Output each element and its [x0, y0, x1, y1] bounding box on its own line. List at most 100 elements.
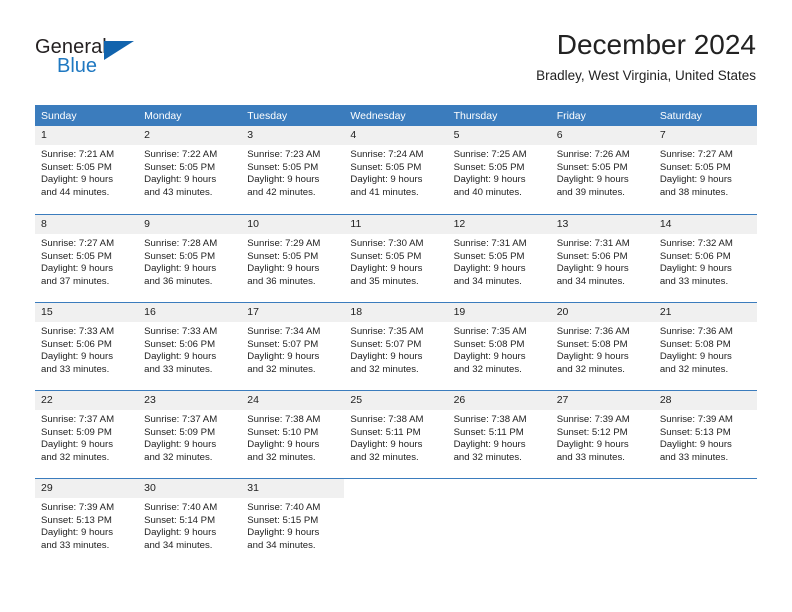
day-cell[interactable]: 3 Sunrise: 7:23 AM Sunset: 5:05 PM Daylight… [241, 126, 345, 214]
day-cell[interactable]: 24 Sunrise: 7:38 AM Sunset: 5:10 PM Dayligh… [241, 390, 345, 478]
daylight-text-line1: Daylight: 9 hours [247, 351, 320, 363]
day-cell[interactable]: 25 Sunrise: 7:38 AM Sunset: 5:11 PM Dayligh… [344, 390, 448, 478]
day-number [344, 479, 447, 498]
day-details: Sunrise: 7:23 AM Sunset: 5:05 PM Daylight:… [241, 145, 344, 199]
daylight-text-line2: and 36 minutes. [247, 275, 316, 287]
day-cell[interactable]: 8 Sunrise: 7:27 AM Sunset: 5:05 PM Daylight… [35, 214, 139, 302]
day-cell[interactable]: 31 Sunrise: 7:40 AM Sunset: 5:15 PM Dayligh… [241, 478, 345, 566]
sunrise-sunset-calendar: Sunday Monday Tuesday Wednesday Thursday… [35, 105, 757, 566]
day-cell[interactable]: 14 Sunrise: 7:32 AM Sunset: 5:06 PM Dayligh… [653, 214, 757, 302]
day-details: Sunrise: 7:25 AM Sunset: 5:05 PM Daylight:… [448, 145, 551, 199]
daylight-text-line2: and 32 minutes. [350, 451, 419, 463]
sunset-text: Sunset: 5:05 PM [41, 250, 112, 262]
day-details: Sunrise: 7:36 AM Sunset: 5:08 PM Daylight:… [551, 322, 654, 376]
daylight-text-line2: and 33 minutes. [659, 275, 729, 287]
sunrise-text: Sunrise: 7:32 AM [659, 238, 733, 249]
day-cell[interactable]: 27 Sunrise: 7:39 AM Sunset: 5:12 PM Dayligh… [550, 390, 654, 478]
day-details: Sunrise: 7:40 AM Sunset: 5:15 PM Daylight:… [241, 498, 344, 552]
sunset-text: Sunset: 5:09 PM [144, 426, 216, 438]
day-cell[interactable]: 15 Sunrise: 7:33 AM Sunset: 5:06 PM Dayligh… [35, 302, 139, 390]
sunrise-text: Sunrise: 7:29 AM [247, 238, 321, 249]
daylight-text-line2: and 33 minutes. [556, 451, 625, 463]
daylight-text-line1: Daylight: 9 hours [556, 174, 629, 186]
day-details: Sunrise: 7:38 AM Sunset: 5:11 PM Daylight:… [344, 410, 447, 464]
daylight-text-line1: Daylight: 9 hours [144, 351, 217, 363]
daylight-text-line1: Daylight: 9 hours [41, 351, 113, 363]
sunset-text: Sunset: 5:11 PM [350, 426, 421, 438]
day-cell[interactable]: 28 Sunrise: 7:39 AM Sunset: 5:13 PM Dayligh… [653, 390, 757, 478]
sunrise-text: Sunrise: 7:24 AM [350, 149, 424, 160]
sunset-text: Sunset: 5:05 PM [453, 250, 525, 262]
daylight-text-line2: and 38 minutes. [659, 186, 729, 198]
day-cell[interactable]: 30 Sunrise: 7:40 AM Sunset: 5:14 PM Dayligh… [138, 478, 242, 566]
day-details: Sunrise: 7:32 AM Sunset: 5:06 PM Daylight:… [654, 234, 757, 288]
daylight-text-line1: Daylight: 9 hours [350, 174, 423, 186]
day-number: 30 [138, 479, 242, 498]
daylight-text-line1: Daylight: 9 hours [41, 527, 113, 539]
week-row: 22 Sunrise: 7:37 AM Sunset: 5:09 PM Dayligh… [35, 390, 757, 478]
daylight-text-line1: Daylight: 9 hours [453, 439, 526, 451]
day-cell[interactable]: 2 Sunrise: 7:22 AM Sunset: 5:05 PM Daylight… [138, 126, 242, 214]
day-cell[interactable]: 9 Sunrise: 7:28 AM Sunset: 5:05 PM Daylight… [138, 214, 242, 302]
day-cell[interactable]: 20 Sunrise: 7:36 AM Sunset: 5:08 PM Dayligh… [550, 302, 654, 390]
daylight-text-line1: Daylight: 9 hours [350, 439, 423, 451]
daylight-text-line1: Daylight: 9 hours [350, 263, 423, 275]
day-details: Sunrise: 7:24 AM Sunset: 5:05 PM Daylight:… [344, 145, 447, 199]
day-number: 21 [653, 303, 757, 322]
sunset-text: Sunset: 5:06 PM [556, 250, 628, 262]
day-cell[interactable]: 6 Sunrise: 7:26 AM Sunset: 5:05 PM Daylight… [550, 126, 654, 214]
day-cell[interactable]: 22 Sunrise: 7:37 AM Sunset: 5:09 PM Dayligh… [35, 390, 139, 478]
daylight-text-line2: and 33 minutes. [659, 451, 729, 463]
day-cell[interactable]: 18 Sunrise: 7:35 AM Sunset: 5:07 PM Dayligh… [344, 302, 448, 390]
sunrise-text: Sunrise: 7:26 AM [556, 149, 630, 160]
day-cell[interactable]: 29 Sunrise: 7:39 AM Sunset: 5:13 PM Dayligh… [35, 478, 139, 566]
day-number: 1 [35, 126, 139, 145]
sunrise-text: Sunrise: 7:27 AM [41, 238, 115, 249]
day-cell[interactable]: 19 Sunrise: 7:35 AM Sunset: 5:08 PM Dayligh… [447, 302, 551, 390]
weekday-header-wednesday: Wednesday [344, 105, 448, 126]
sunset-text: Sunset: 5:05 PM [144, 250, 216, 262]
day-cell[interactable]: 10 Sunrise: 7:29 AM Sunset: 5:05 PM Dayligh… [241, 214, 345, 302]
sunrise-text: Sunrise: 7:25 AM [453, 149, 527, 160]
sunset-text: Sunset: 5:11 PM [453, 426, 524, 438]
day-details: Sunrise: 7:39 AM Sunset: 5:13 PM Daylight:… [35, 498, 138, 552]
generalblue-logo[interactable]: General Blue [35, 36, 175, 86]
day-cell[interactable]: 5 Sunrise: 7:25 AM Sunset: 5:05 PM Daylight… [447, 126, 551, 214]
daylight-text-line1: Daylight: 9 hours [41, 174, 113, 186]
sunset-text: Sunset: 5:05 PM [453, 161, 525, 173]
day-cell[interactable]: 26 Sunrise: 7:38 AM Sunset: 5:11 PM Dayligh… [447, 390, 551, 478]
week-row: 1 Sunrise: 7:21 AM Sunset: 5:05 PM Daylight… [35, 126, 757, 214]
day-number: 8 [35, 215, 139, 234]
day-number: 5 [447, 126, 551, 145]
day-cell[interactable]: 13 Sunrise: 7:31 AM Sunset: 5:06 PM Dayligh… [550, 214, 654, 302]
daylight-text-line2: and 32 minutes. [453, 363, 522, 375]
day-cell[interactable]: 1 Sunrise: 7:21 AM Sunset: 5:05 PM Daylight… [35, 126, 139, 214]
day-cell[interactable]: 7 Sunrise: 7:27 AM Sunset: 5:05 PM Daylight… [653, 126, 757, 214]
daylight-text-line1: Daylight: 9 hours [350, 351, 423, 363]
title-block: December 2024 Bradley, West Virginia, Un… [536, 28, 756, 84]
day-number: 27 [550, 391, 654, 410]
day-cell[interactable]: 21 Sunrise: 7:36 AM Sunset: 5:08 PM Dayligh… [653, 302, 757, 390]
sunset-text: Sunset: 5:05 PM [659, 161, 731, 173]
day-details: Sunrise: 7:37 AM Sunset: 5:09 PM Daylight:… [35, 410, 138, 464]
day-cell[interactable]: 23 Sunrise: 7:37 AM Sunset: 5:09 PM Dayligh… [138, 390, 242, 478]
day-details: Sunrise: 7:28 AM Sunset: 5:05 PM Daylight:… [138, 234, 241, 288]
sunset-text: Sunset: 5:05 PM [41, 161, 112, 173]
sunset-text: Sunset: 5:07 PM [350, 338, 422, 350]
day-details: Sunrise: 7:39 AM Sunset: 5:13 PM Daylight:… [654, 410, 757, 464]
day-cell[interactable]: 12 Sunrise: 7:31 AM Sunset: 5:05 PM Dayligh… [447, 214, 551, 302]
day-number: 22 [35, 391, 139, 410]
sunrise-text: Sunrise: 7:39 AM [41, 502, 115, 513]
sunset-text: Sunset: 5:10 PM [247, 426, 319, 438]
day-cell[interactable]: 4 Sunrise: 7:24 AM Sunset: 5:05 PM Daylight… [344, 126, 448, 214]
day-cell[interactable]: 11 Sunrise: 7:30 AM Sunset: 5:05 PM Dayligh… [344, 214, 448, 302]
day-number: 19 [447, 303, 551, 322]
sunset-text: Sunset: 5:05 PM [247, 250, 319, 262]
week-row: 15 Sunrise: 7:33 AM Sunset: 5:06 PM Dayligh… [35, 302, 757, 390]
day-cell[interactable]: 17 Sunrise: 7:34 AM Sunset: 5:07 PM Dayligh… [241, 302, 345, 390]
day-cell[interactable]: 16 Sunrise: 7:33 AM Sunset: 5:06 PM Dayligh… [138, 302, 242, 390]
day-details: Sunrise: 7:35 AM Sunset: 5:08 PM Daylight:… [448, 322, 551, 376]
sunset-text: Sunset: 5:08 PM [453, 338, 525, 350]
sunset-text: Sunset: 5:12 PM [556, 426, 628, 438]
weekday-header-thursday: Thursday [447, 105, 551, 126]
